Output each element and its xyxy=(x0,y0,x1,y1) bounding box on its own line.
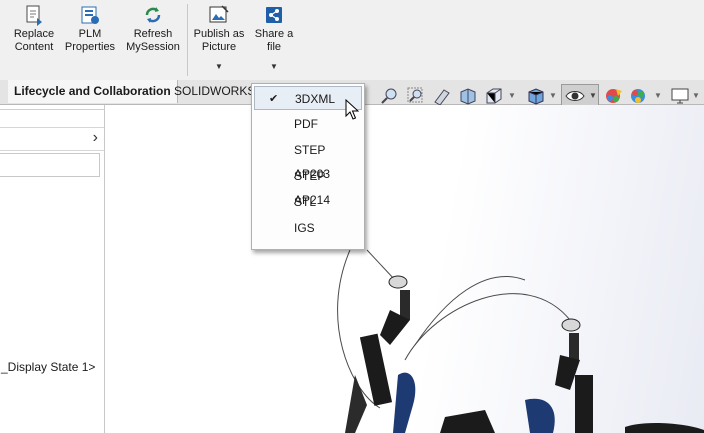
replace-content-button[interactable]: Replace Content xyxy=(10,4,58,54)
menu-item-step-ap214[interactable]: STEP AP214 xyxy=(254,164,362,207)
view-settings-dropdown-icon[interactable]: ▼ xyxy=(692,91,700,100)
display-style-dropdown-icon[interactable]: ▼ xyxy=(549,91,557,100)
ribbon-separator xyxy=(187,4,188,76)
section-view-icon[interactable] xyxy=(458,86,478,106)
plm-properties-icon xyxy=(81,6,99,24)
view-settings-monitor-icon[interactable] xyxy=(670,86,690,106)
mouse-cursor-icon xyxy=(345,99,359,120)
view-orientation-dropdown-icon[interactable]: ▼ xyxy=(508,91,516,100)
pane-divider xyxy=(0,109,104,110)
view-orientation-icon[interactable] xyxy=(484,86,504,106)
checkmark-icon: ✔ xyxy=(269,93,279,105)
edit-appearance-icon[interactable] xyxy=(604,86,624,106)
apply-scene-dropdown-icon[interactable]: ▼ xyxy=(654,91,662,100)
menu-item-stl[interactable]: STL xyxy=(254,190,362,214)
share-file-icon xyxy=(266,7,282,23)
graphics-viewport[interactable] xyxy=(105,105,704,433)
publish-dropdown-arrow-icon[interactable]: ▼ xyxy=(215,62,223,71)
zoom-to-area-icon[interactable] xyxy=(406,86,426,106)
command-ribbon: Replace Content PLM Properties Refresh M… xyxy=(0,0,704,80)
zoom-to-fit-icon[interactable] xyxy=(380,86,400,106)
publish-picture-icon xyxy=(209,5,229,23)
refresh-icon xyxy=(145,7,161,23)
menu-item-step-ap203[interactable]: STEP AP203 xyxy=(254,138,362,181)
refresh-mysession-button[interactable]: Refresh MySession xyxy=(124,4,182,54)
publish-as-picture-button[interactable]: Publish as Picture ▼ xyxy=(192,4,246,71)
display-style-icon[interactable] xyxy=(526,86,546,106)
assembly-model-render xyxy=(337,249,704,433)
pane-header-row[interactable]: › xyxy=(0,127,104,151)
previous-view-icon[interactable] xyxy=(432,86,452,106)
tab-lifecycle-collaboration[interactable]: Lifecycle and Collaboration xyxy=(8,80,178,103)
display-state-label: _Display State 1> xyxy=(1,360,96,374)
chevron-right-icon[interactable]: › xyxy=(93,129,98,147)
share-dropdown-arrow-icon[interactable]: ▼ xyxy=(270,62,278,71)
feature-manager-pane: › _Display State 1> xyxy=(0,105,105,433)
menu-item-igs[interactable]: IGS xyxy=(254,216,362,240)
eye-icon xyxy=(565,91,585,101)
filter-field[interactable] xyxy=(0,153,100,177)
apply-scene-icon[interactable] xyxy=(628,86,648,106)
replace-content-icon xyxy=(26,5,42,26)
tab-solidworks[interactable]: SOLIDWORKS xyxy=(168,80,261,103)
share-a-file-button[interactable]: Share a file ▼ xyxy=(252,4,296,71)
plm-properties-button[interactable]: PLM Properties xyxy=(62,4,118,54)
hide-show-dropdown-icon[interactable]: ▼ xyxy=(589,91,597,100)
